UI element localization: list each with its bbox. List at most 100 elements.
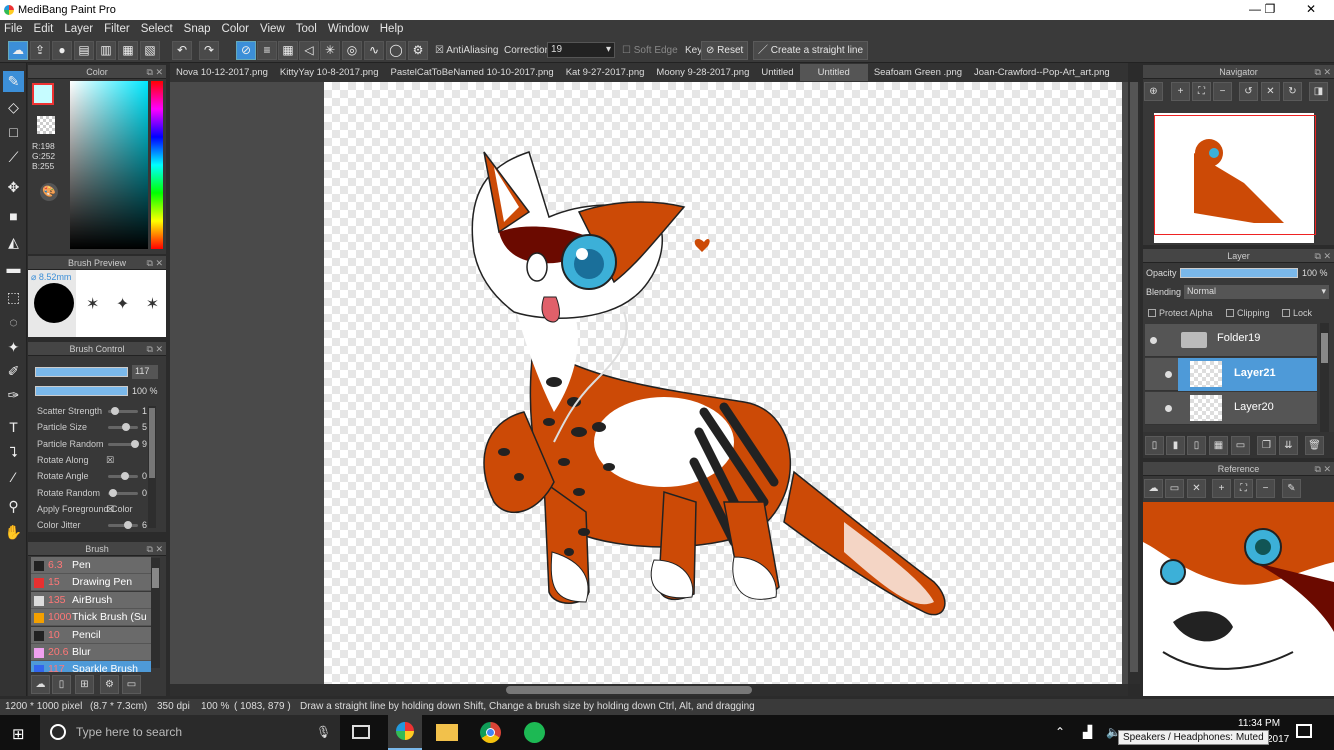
menu-color[interactable]: Color	[222, 23, 249, 35]
brush-list-scrollbar[interactable]	[151, 558, 160, 668]
document-tab[interactable]: Untitled	[799, 64, 868, 81]
brush-list-item[interactable]: 6.3 Pen	[31, 557, 151, 574]
new-halftone-layer-icon[interactable]: ▮	[1166, 436, 1185, 455]
background-color-swatch[interactable]	[37, 116, 55, 134]
brush-control-scrollbar[interactable]	[148, 406, 156, 528]
notification-icon[interactable]	[1296, 724, 1312, 738]
menu-view[interactable]: View	[260, 23, 285, 35]
brush-size-value[interactable]: 117	[132, 365, 158, 379]
slider-knob[interactable]	[109, 488, 118, 497]
document-tab[interactable]: Untitled	[755, 67, 799, 78]
file-explorer-icon[interactable]	[436, 724, 458, 741]
new-layer-icon[interactable]: ▯	[1145, 436, 1164, 455]
brush-param-value[interactable]: ☒	[106, 455, 114, 466]
chrome-icon[interactable]	[480, 722, 501, 743]
network-icon[interactable]: ▟	[1083, 725, 1092, 739]
rotate-left-icon[interactable]: ↺	[1239, 82, 1258, 101]
brush-list-item[interactable]: 15 Drawing Pen	[31, 574, 151, 592]
duplicate-layer-icon[interactable]: ❐	[1257, 436, 1276, 455]
merge-layer-icon[interactable]: ⇊	[1279, 436, 1298, 455]
operation-tool-icon[interactable]: ⮧	[3, 442, 24, 463]
document-tab[interactable]: PastelCatToBeNamed 10-10-2017.png	[385, 67, 560, 78]
reset-rotation-icon[interactable]: ✕	[1261, 82, 1280, 101]
eyedropper-tool-icon[interactable]: ⚲	[3, 496, 24, 517]
saturation-value-picker[interactable]	[70, 81, 148, 249]
taskbar-search[interactable]: Type here to search 🎙	[40, 715, 340, 750]
reference-image[interactable]	[1143, 502, 1334, 696]
menu-help[interactable]: Help	[380, 23, 404, 35]
shape-tool-icon[interactable]: □	[3, 122, 24, 143]
brush-param-slider[interactable]	[108, 423, 138, 432]
hue-slider[interactable]	[151, 81, 163, 249]
snap-off-icon[interactable]: ⊘	[236, 41, 256, 60]
close-reference-icon[interactable]: ✕	[1187, 479, 1206, 498]
menu-edit[interactable]: Edit	[34, 23, 54, 35]
brush-param-slider[interactable]	[108, 488, 138, 497]
brush-param-slider[interactable]	[108, 439, 140, 448]
line-tool-icon[interactable]: ⟋	[3, 147, 24, 168]
cloud-brush-icon[interactable]: ☁	[31, 675, 50, 694]
blending-select[interactable]: Normal ▾	[1184, 285, 1329, 299]
snap-radial-icon[interactable]: ✳	[320, 41, 340, 60]
document-tab[interactable]: Seafoam Green .png	[868, 67, 968, 78]
menu-layer[interactable]: Layer	[64, 23, 93, 35]
visibility-eye-icon[interactable]	[1150, 337, 1157, 344]
new-folder-icon[interactable]: ▭	[1231, 436, 1250, 455]
task-view-icon[interactable]	[352, 725, 370, 739]
brush-folder-icon[interactable]: ▭	[122, 675, 141, 694]
menu-tool[interactable]: Tool	[296, 23, 317, 35]
document-tab[interactable]: Kat 9-27-2017.png	[560, 67, 651, 78]
layer-opacity-slider[interactable]	[1180, 268, 1298, 278]
bucket-tool-icon[interactable]: ◭	[3, 232, 24, 253]
protect-alpha-checkbox[interactable]: Protect Alpha	[1148, 308, 1213, 318]
straight-line-button[interactable]: ／ Create a straight line	[753, 41, 869, 60]
maximize-button[interactable]: ❐	[1255, 2, 1285, 18]
snap-curve-icon[interactable]: ∿	[364, 41, 384, 60]
brush-settings-icon[interactable]: ⚙	[100, 675, 119, 694]
snap-settings-icon[interactable]: ⚙	[408, 41, 428, 60]
add-brush-icon[interactable]: ⊞	[75, 675, 94, 694]
document-tab[interactable]: Moony 9-28-2017.png	[650, 67, 755, 78]
brush-list-item[interactable]: 20.6 Blur	[31, 644, 151, 661]
antialiasing-checkbox[interactable]: ☒ AntiAliasing	[435, 45, 498, 56]
lasso-select-icon[interactable]: ◌	[3, 312, 24, 333]
rotate-right-icon[interactable]: ↻	[1283, 82, 1302, 101]
canvas-horizontal-scrollbar[interactable]	[170, 684, 1128, 696]
clipping-checkbox[interactable]: Clipping	[1226, 308, 1270, 318]
snap-grid-icon[interactable]: ▦	[278, 41, 298, 60]
drawing-paper[interactable]	[324, 82, 1122, 684]
fit-window-icon[interactable]: ⛶	[1192, 82, 1211, 101]
slider-knob[interactable]	[123, 521, 132, 530]
upload-icon[interactable]: ⇪	[30, 41, 50, 60]
document-tab[interactable]: KittyYay 10-8-2017.png	[274, 67, 385, 78]
cloud-icon[interactable]: ☁	[8, 41, 28, 60]
medibang-task-icon[interactable]	[388, 715, 422, 750]
foreground-color-swatch[interactable]	[32, 83, 54, 105]
brush-size-slider[interactable]	[35, 367, 128, 377]
reference-zoom-out-icon[interactable]: −	[1256, 479, 1275, 498]
undo-icon[interactable]: ↶	[172, 41, 192, 60]
close-window-button[interactable]: ✕	[1296, 2, 1326, 18]
menu-file[interactable]: File	[4, 23, 23, 35]
reference-eyedropper-icon[interactable]: ✎	[1282, 479, 1301, 498]
soft-edge-checkbox[interactable]: ☐ Soft Edge	[622, 45, 678, 56]
palette-icon[interactable]: 🎨	[40, 183, 58, 201]
windows-start-icon[interactable]: ⊞	[12, 725, 25, 743]
canvas-area[interactable]	[170, 82, 1128, 684]
correction-select[interactable]: 19 ▾	[547, 42, 615, 58]
new-brush-icon[interactable]: ▯	[52, 675, 71, 694]
page-icon[interactable]: ▥	[96, 41, 116, 60]
zoom-in-icon[interactable]: +	[1171, 82, 1190, 101]
text-tool-icon[interactable]: T	[3, 417, 24, 438]
menu-select[interactable]: Select	[141, 23, 173, 35]
rect-select-icon[interactable]: ⬚	[3, 287, 24, 308]
comment-icon[interactable]: ●	[52, 41, 72, 60]
snap-circle-icon[interactable]: ◎	[342, 41, 362, 60]
hand-tool-icon[interactable]: ✋	[3, 522, 24, 543]
snap-perspective-icon[interactable]: ◁	[299, 41, 319, 60]
tray-chevron-icon[interactable]: ⌃	[1055, 725, 1065, 739]
redo-icon[interactable]: ↷	[199, 41, 219, 60]
brush-param-value[interactable]: ☒	[106, 504, 114, 515]
document-tab[interactable]: Nova 10-12-2017.png	[170, 67, 274, 78]
reference-zoom-in-icon[interactable]: +	[1212, 479, 1231, 498]
